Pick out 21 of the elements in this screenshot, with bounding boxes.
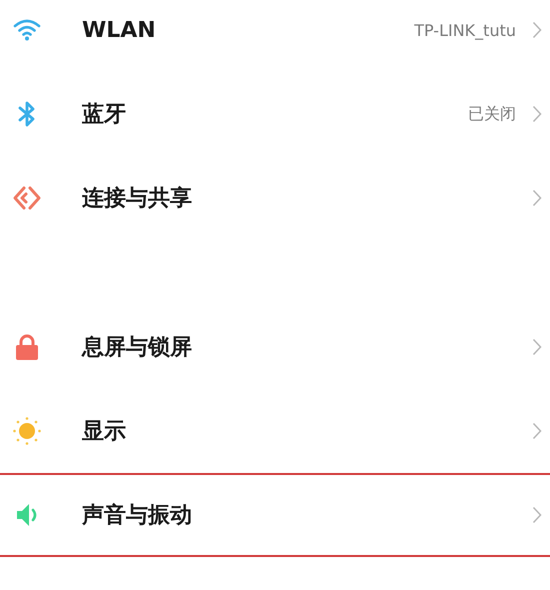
settings-item[interactable]: WLAN TP-LINK_tutu bbox=[0, 0, 550, 72]
settings-item[interactable]: 连接与共享 bbox=[0, 156, 550, 240]
item-label: 连接与共享 bbox=[82, 185, 193, 213]
sun-icon bbox=[12, 416, 42, 446]
settings-item[interactable]: 显示 bbox=[0, 389, 550, 473]
item-value: 已关闭 bbox=[468, 104, 516, 124]
chevron-icon bbox=[532, 422, 542, 440]
chevron-icon bbox=[532, 338, 542, 356]
settings-item[interactable]: 蓝牙 已关闭 bbox=[0, 72, 550, 156]
settings-item[interactable]: 息屏与锁屏 bbox=[0, 305, 550, 389]
item-label: 显示 bbox=[82, 418, 127, 446]
chevron-icon bbox=[532, 21, 542, 39]
item-label: 蓝牙 bbox=[82, 101, 127, 129]
item-label: 声音与振动 bbox=[82, 502, 193, 530]
item-value: TP-LINK_tutu bbox=[414, 20, 516, 40]
chevron-icon bbox=[532, 506, 542, 524]
item-label: WLAN bbox=[82, 18, 157, 42]
item-label: 息屏与锁屏 bbox=[82, 334, 193, 362]
settings-item[interactable]: 声音与振动 bbox=[0, 473, 550, 557]
chevron-icon bbox=[532, 105, 542, 123]
chevron-icon bbox=[532, 189, 542, 207]
